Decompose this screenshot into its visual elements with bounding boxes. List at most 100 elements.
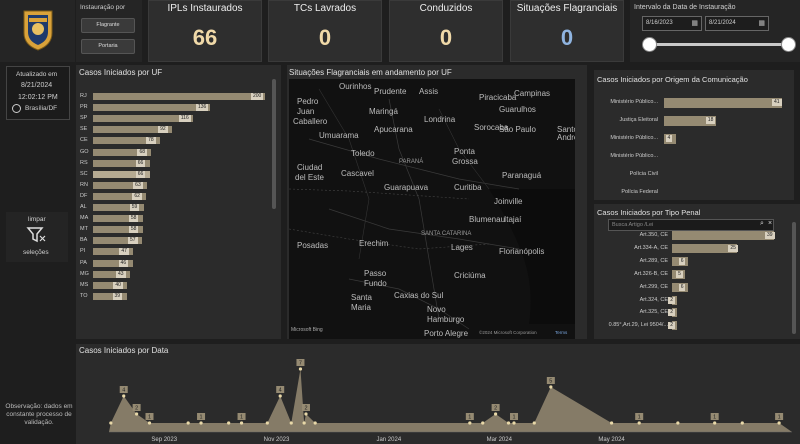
uf-bar-value: 47 — [119, 248, 129, 256]
date-point — [481, 421, 485, 425]
penal-scrollbar[interactable] — [792, 222, 796, 334]
map-place-label: Florianópolis — [499, 247, 545, 256]
map-place-label: São Paulo — [499, 125, 536, 134]
uf-bar-value: 63 — [133, 181, 143, 189]
date-data-label: 1 — [778, 415, 781, 421]
map-panel: Situações Flagranciais em andamento por … — [287, 65, 587, 339]
date-range-filter: Intervalo da Data de Instauração 8/16/20… — [630, 0, 800, 62]
uf-bar-label: PI — [80, 248, 86, 255]
date-point — [777, 421, 781, 425]
date-point — [147, 421, 152, 425]
map-place-label: Erechim — [359, 239, 389, 248]
date-point — [265, 421, 269, 425]
logo-panel — [0, 0, 75, 62]
uf-bar-label: SP — [80, 115, 88, 122]
map-place-label: Curitiba — [454, 183, 482, 192]
date-x-tick: May 2024 — [598, 437, 625, 443]
uf-bar-label: DF — [80, 192, 88, 199]
uf-bar-label: RJ — [80, 93, 87, 99]
uf-bar-value: 92 — [158, 126, 168, 134]
calendar-icon[interactable]: ▦ — [758, 19, 765, 27]
date-area — [109, 369, 792, 432]
penal-bar-value: 6 — [678, 257, 686, 265]
map-place-label: Joinville — [494, 197, 523, 206]
kpi-situacoes: Situações Flagranciais 0 — [510, 0, 624, 62]
date-point — [609, 421, 614, 425]
map-place-label: Novo — [427, 305, 446, 314]
uf-bar-label: PA — [80, 259, 87, 266]
origem-bar[interactable] — [664, 98, 782, 108]
date-data-label: 2 — [494, 406, 497, 412]
map-place-label: Hamburgo — [427, 315, 465, 324]
penal-bar[interactable] — [672, 231, 774, 240]
origem-bar-value: 18 — [705, 117, 716, 124]
map-place-label: Piracicaba — [479, 93, 517, 102]
uf-bar-value: 46 — [118, 259, 129, 267]
uf-bar-value: 78 — [146, 137, 156, 145]
clear-selections-button[interactable]: limpar seleções — [6, 212, 68, 262]
date-point — [532, 421, 536, 425]
map-place-label: Passo — [364, 269, 387, 278]
map-canvas[interactable]: Ourinhos Prudente Assis Piracicaba Campinas P… — [289, 79, 575, 339]
date-point — [298, 367, 303, 371]
instauracao-label: Instauração por — [80, 4, 126, 11]
flagrante-button[interactable]: Flagrante — [81, 18, 135, 33]
uf-scrollbar[interactable] — [272, 79, 276, 209]
kpi-ipls: IPLs Instaurados 66 — [148, 0, 262, 62]
portaria-button[interactable]: Portaria — [81, 39, 135, 54]
penal-bar-value: 2 — [668, 322, 675, 330]
uf-bar-label: GO — [80, 148, 89, 155]
calendar-icon[interactable]: ▦ — [691, 19, 698, 27]
kpi-title: Situações Flagranciais — [516, 3, 618, 14]
uf-bar-label: MS — [80, 281, 89, 288]
penal-bar-label: Art.299, CE — [639, 283, 668, 290]
map-place-label: Caxias do Sul — [394, 291, 444, 300]
penal-bar-label: Art.350, CE — [639, 232, 668, 238]
date-point — [186, 421, 190, 425]
uf-bar-label: TO — [80, 292, 88, 299]
uf-bar-label: PR — [80, 104, 88, 111]
map-place-label: Maria — [351, 303, 372, 312]
uf-bar[interactable] — [93, 93, 265, 100]
date-x-tick: Nov 2023 — [264, 437, 290, 443]
date-data-label: 1 — [638, 415, 641, 421]
date-slider-track[interactable] — [650, 43, 790, 46]
kpi-value: 66 — [192, 25, 218, 50]
date-point — [740, 421, 744, 425]
uf-bar-value: 58 — [128, 215, 139, 223]
map-credit-right: ©2024 Microsoft Corporation — [479, 330, 537, 335]
date-chart: Casos Iniciados por Data 421114721215111… — [76, 344, 800, 444]
uf-bar-label: RN — [80, 181, 88, 188]
map-place-label: Blumenau — [469, 215, 506, 224]
uf-bar-value: 40 — [113, 281, 123, 289]
date-slider-end-handle[interactable] — [781, 37, 796, 52]
penal-bar-value: 2 — [668, 309, 675, 317]
date-data-label: 2 — [304, 406, 307, 412]
map-place-label: André — [557, 133, 575, 142]
map-place-label: PARANÁ — [399, 159, 424, 165]
date-slider-start-handle[interactable] — [642, 37, 657, 52]
map-terms-link[interactable]: Terms — [555, 330, 567, 335]
map-place-label: del Este — [295, 173, 324, 182]
map-place-label: SANTA CATARINA — [421, 231, 472, 237]
penal-bar-label: Art.325, CE — [639, 309, 668, 316]
penal-bars: Art.350, CE 39 Art.334-A, CE 25 Art.289, CE 6… — [594, 204, 800, 339]
date-start-input[interactable]: 8/16/2023 ▦ — [642, 16, 702, 31]
date-x-tick: Sep 2023 — [151, 437, 177, 443]
uf-bar-label: MT — [80, 226, 88, 233]
map-place-label: Juan — [297, 107, 315, 116]
map-place-label: Ourinhos — [339, 82, 372, 91]
uf-bar[interactable] — [93, 104, 210, 112]
map-place-label: Ponta — [454, 147, 475, 156]
police-badge-icon — [23, 10, 53, 51]
date-data-label: 7 — [299, 361, 302, 367]
map-place-label: Santa — [351, 293, 372, 302]
date-point — [676, 421, 680, 425]
uf-bar-label: MA — [80, 215, 89, 222]
date-point — [199, 421, 203, 425]
date-end-input[interactable]: 8/21/2024 ▦ — [705, 16, 769, 31]
uf-bar-label: SC — [80, 170, 88, 177]
date-data-label: 1 — [512, 415, 515, 421]
uf-bar-label: SE — [80, 126, 88, 133]
kpi-value: 0 — [439, 25, 453, 50]
